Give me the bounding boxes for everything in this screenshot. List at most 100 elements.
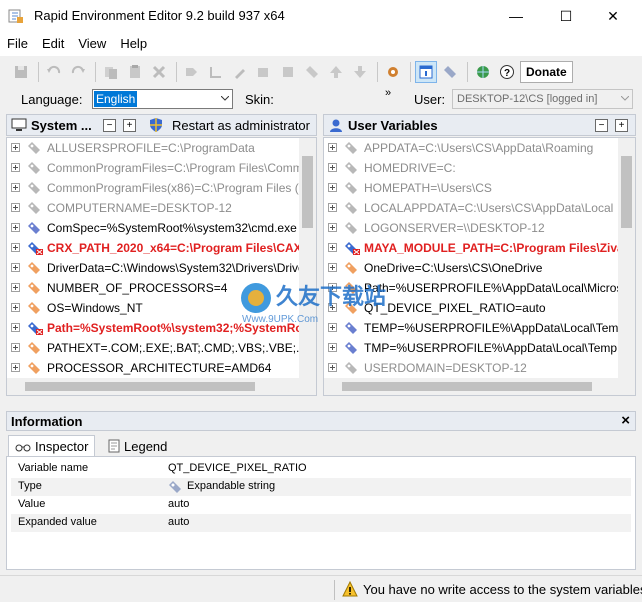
system-variables-list[interactable]: ALLUSERSPROFILE=C:\ProgramData CommonProg… bbox=[6, 137, 317, 396]
inspector-panel: Variable name QT_DEVICE_PIXEL_RATIO Type… bbox=[6, 456, 636, 570]
expand-toggle[interactable] bbox=[328, 183, 337, 192]
vertical-scrollbar[interactable] bbox=[618, 138, 635, 395]
expand-all-button[interactable]: + bbox=[123, 119, 136, 132]
expand-toggle[interactable] bbox=[11, 323, 20, 332]
duplicate-button[interactable] bbox=[253, 61, 275, 83]
expand-toggle[interactable] bbox=[328, 143, 337, 152]
tag-gray-icon bbox=[28, 142, 40, 154]
language-select[interactable]: English bbox=[92, 89, 233, 109]
information-toggle-button[interactable] bbox=[415, 61, 437, 83]
tag-button[interactable] bbox=[301, 61, 323, 83]
expand-toggle[interactable] bbox=[328, 243, 337, 252]
variable-row[interactable]: DriverData=C:\Windows\System32\Drivers\D… bbox=[7, 258, 316, 278]
duplicate-icon bbox=[258, 68, 268, 77]
collapse-all-button[interactable]: − bbox=[595, 119, 608, 132]
expand-all-button[interactable]: + bbox=[615, 119, 628, 132]
variable-row[interactable]: CommonProgramFiles=C:\Program Files\Comm… bbox=[7, 158, 316, 178]
expand-toggle[interactable] bbox=[11, 223, 20, 232]
expand-toggle[interactable] bbox=[11, 203, 20, 212]
add-value-button[interactable] bbox=[205, 61, 227, 83]
horizontal-scrollbar[interactable] bbox=[324, 378, 618, 395]
watermark-url: Www.9UPK.Com bbox=[242, 314, 318, 325]
restart-as-administrator-button[interactable]: Restart as administrator bbox=[172, 118, 310, 133]
delete-button[interactable] bbox=[148, 61, 170, 83]
menu-view[interactable]: View bbox=[71, 32, 113, 56]
expand-toggle[interactable] bbox=[11, 303, 20, 312]
system-pane-title: System ... bbox=[31, 118, 92, 133]
variable-row[interactable]: CRX_PATH_2020_x64=C:\Program Files\CAXA bbox=[7, 238, 316, 258]
expand-toggle[interactable] bbox=[11, 343, 20, 352]
variable-row[interactable]: PROCESSOR_ARCHITECTURE=AMD64 bbox=[7, 358, 316, 378]
menu-edit[interactable]: Edit bbox=[35, 32, 71, 56]
variable-row[interactable]: ALLUSERSPROFILE=C:\ProgramData bbox=[7, 138, 316, 158]
toolbar-separator bbox=[467, 62, 468, 82]
tab-inspector[interactable]: Inspector bbox=[8, 435, 96, 457]
maximize-button[interactable]: ☐ bbox=[543, 0, 589, 32]
information-header: Information × bbox=[6, 411, 636, 431]
menu-help[interactable]: Help bbox=[113, 32, 154, 56]
move-down-button[interactable] bbox=[349, 61, 371, 83]
variable-row[interactable]: MAYA_MODULE_PATH=C:\Program Files\Ziva bbox=[324, 238, 635, 258]
variable-row[interactable]: LOGONSERVER=\\DESKTOP-12 bbox=[324, 218, 635, 238]
skin-overflow-chevron[interactable]: » bbox=[385, 87, 391, 99]
expand-toggle[interactable] bbox=[328, 203, 337, 212]
variable-row[interactable]: APPDATA=C:\Users\CS\AppData\Roaming bbox=[324, 138, 635, 158]
variable-row[interactable]: HOMEDRIVE=C: bbox=[324, 158, 635, 178]
menu-file[interactable]: File bbox=[0, 32, 35, 56]
edit-button[interactable] bbox=[229, 61, 251, 83]
variable-row[interactable]: PATHEXT=.COM;.EXE;.BAT;.CMD;.VBS;.VBE;.J… bbox=[7, 338, 316, 358]
variable-row[interactable]: USERDOMAIN=DESKTOP-12 bbox=[324, 358, 635, 378]
expand-toggle[interactable] bbox=[328, 163, 337, 172]
vertical-scrollbar[interactable] bbox=[299, 138, 316, 395]
expand-toggle[interactable] bbox=[11, 283, 20, 292]
watermark-emblem: 久友下载站 Www.9UPK.Com bbox=[241, 283, 386, 325]
website-button[interactable] bbox=[472, 61, 494, 83]
variable-row[interactable]: ComSpec=%SystemRoot%\system32\cmd.exe bbox=[7, 218, 316, 238]
expand-toggle[interactable] bbox=[328, 343, 337, 352]
save-button[interactable] bbox=[10, 61, 32, 83]
expand-toggle[interactable] bbox=[328, 363, 337, 372]
redo-icon bbox=[71, 65, 85, 74]
tab-legend-label: Legend bbox=[124, 438, 168, 454]
copy-value-button[interactable] bbox=[277, 61, 299, 83]
variable-row[interactable]: OneDrive=C:\Users\CS\OneDrive bbox=[324, 258, 635, 278]
expand-toggle[interactable] bbox=[11, 263, 20, 272]
close-button[interactable]: ✕ bbox=[590, 0, 636, 32]
expand-toggle[interactable] bbox=[11, 243, 20, 252]
variable-row[interactable]: TMP=%USERPROFILE%\AppData\Local\Temp bbox=[324, 338, 635, 358]
glasses-icon bbox=[15, 444, 31, 451]
tag-gray-icon bbox=[345, 182, 357, 194]
help-button[interactable]: ? bbox=[496, 61, 518, 83]
expand-toggle[interactable] bbox=[11, 163, 20, 172]
inspector-row: Value auto bbox=[11, 496, 631, 514]
arrow-down-icon bbox=[354, 66, 366, 78]
user-select[interactable]: DESKTOP-12\CS [logged in] bbox=[452, 89, 633, 109]
settings-button[interactable] bbox=[382, 61, 404, 83]
expand-toggle[interactable] bbox=[328, 263, 337, 272]
user-variables-list[interactable]: APPDATA=C:\Users\CS\AppData\Roaming HOMED… bbox=[323, 137, 636, 396]
horizontal-scrollbar[interactable] bbox=[7, 378, 299, 395]
variable-row[interactable]: HOMEPATH=\Users\CS bbox=[324, 178, 635, 198]
collapse-all-button[interactable]: − bbox=[103, 119, 116, 132]
expand-toggle[interactable] bbox=[11, 363, 20, 372]
tab-legend[interactable]: Legend bbox=[102, 435, 173, 457]
move-up-button[interactable] bbox=[325, 61, 347, 83]
expand-toggle[interactable] bbox=[11, 183, 20, 192]
add-variable-button[interactable] bbox=[181, 61, 203, 83]
expand-toggle[interactable] bbox=[11, 143, 20, 152]
tag-orange-icon bbox=[28, 262, 40, 274]
variable-row[interactable]: CommonProgramFiles(x86)=C:\Program Files… bbox=[7, 178, 316, 198]
donate-button[interactable]: Donate bbox=[520, 61, 573, 83]
undo-button[interactable] bbox=[43, 61, 65, 83]
variable-row[interactable]: COMPUTERNAME=DESKTOP-12 bbox=[7, 198, 316, 218]
legend-toggle-button[interactable] bbox=[439, 61, 461, 83]
redo-button[interactable] bbox=[67, 61, 89, 83]
expand-toggle[interactable] bbox=[328, 223, 337, 232]
minimize-button[interactable]: — bbox=[493, 0, 539, 32]
tag-red-icon bbox=[28, 242, 43, 255]
close-information-button[interactable]: × bbox=[621, 412, 630, 429]
tag-blue-icon bbox=[345, 342, 357, 354]
cut-button[interactable] bbox=[100, 61, 122, 83]
paste-button[interactable] bbox=[124, 61, 146, 83]
variable-row[interactable]: LOCALAPPDATA=C:\Users\CS\AppData\Local bbox=[324, 198, 635, 218]
